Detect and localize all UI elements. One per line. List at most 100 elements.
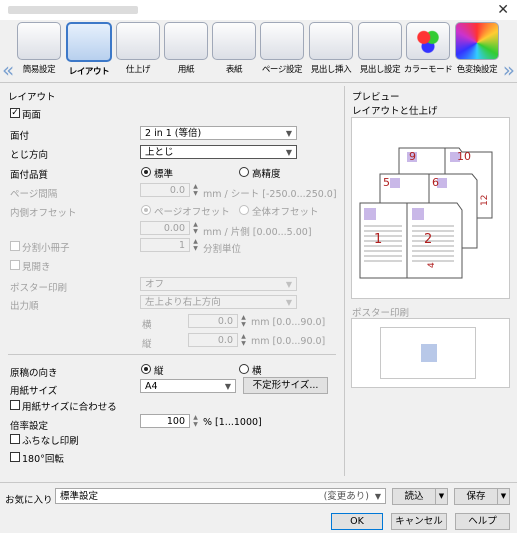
vertical-divider [344, 86, 345, 476]
favorites-label: お気に入り [5, 495, 53, 506]
page-number-5: 5 [383, 176, 390, 189]
scroll-left-icon[interactable]: « [2, 58, 14, 82]
tab-bar: « 簡易設定 レイアウト 仕上げ 用紙 表紙 ページ設定 見出し挿入 見出し設定… [0, 20, 517, 83]
poster-select[interactable]: オフ ▼ [140, 277, 297, 291]
custom-size-button[interactable]: 不定形サイズ... [243, 377, 328, 394]
rotate-checkbox[interactable] [10, 452, 20, 462]
poster-preview-tile [421, 344, 437, 362]
paper-icon [164, 22, 208, 60]
tab-layout[interactable]: レイアウト [64, 22, 114, 80]
tab-cover[interactable]: 表紙 [209, 22, 259, 80]
binding-select[interactable]: 上とじ ▼ [140, 145, 297, 159]
layout-icon [66, 22, 112, 62]
vertical-spinner[interactable]: ▲ ▼ [239, 333, 248, 347]
whole-offset-label: 全体オフセット [252, 207, 319, 218]
portrait-radio[interactable] [141, 364, 151, 374]
horizontal-label: 横 [142, 320, 152, 331]
footer-divider [0, 482, 517, 483]
cancel-button[interactable]: キャンセル [391, 513, 447, 530]
borderless-checkbox[interactable] [10, 434, 20, 444]
landscape-radio[interactable] [239, 364, 249, 374]
duplex-checkbox[interactable]: ✓ [10, 108, 20, 118]
chevron-down-icon: ▼ [374, 492, 381, 501]
vertical-unit: mm [0.0...90.0] [251, 336, 326, 347]
tab-quick-settings[interactable]: 簡易設定 [14, 22, 64, 80]
vertical-input[interactable]: 0.0 [188, 333, 238, 347]
page-spacing-spinner[interactable]: ▲ ▼ [191, 183, 200, 197]
poster-preview-sheet [380, 327, 476, 379]
split-unit: 分割単位 [203, 244, 242, 255]
page-number-2: 2 [424, 232, 432, 247]
quality-label: 面付品質 [10, 170, 49, 181]
help-button[interactable]: ヘルプ [455, 513, 510, 530]
save-button[interactable]: 保存 [454, 488, 498, 505]
chevron-down-icon: ▼ [285, 129, 292, 138]
quality-standard-label: 標準 [154, 169, 174, 180]
page-number-4: 4 [427, 262, 437, 268]
quality-standard-radio[interactable] [141, 167, 151, 177]
page-number-9: 9 [409, 150, 416, 163]
horizontal-spinner[interactable]: ▲ ▼ [239, 314, 248, 328]
quick-settings-icon [17, 22, 61, 60]
paper-size-select[interactable]: A4 ▼ [140, 379, 236, 393]
cover-icon [212, 22, 256, 60]
borderless-label: ふちなし印刷 [22, 436, 79, 447]
layout-section-title: レイアウト [8, 92, 56, 103]
spread-checkbox[interactable] [10, 260, 20, 270]
poster-preview [351, 318, 510, 388]
split-booklet-checkbox[interactable] [10, 241, 20, 251]
favorites-select[interactable]: 標準設定 (変更あり) ▼ [55, 488, 386, 504]
page-spacing-unit: mm / シート [-250.0...250.0] [203, 189, 337, 200]
pages-per-sheet-label: 面付 [10, 131, 30, 142]
load-menu-button[interactable]: ▼ [435, 488, 448, 505]
chevron-down-icon: ▼ [285, 298, 292, 307]
scroll-right-icon[interactable]: » [503, 58, 515, 82]
whole-offset-radio[interactable] [239, 205, 249, 215]
load-button[interactable]: 読込 [392, 488, 436, 505]
offset-spinner[interactable]: ▲ ▼ [191, 221, 200, 235]
tab-page-setup[interactable]: ページ設定 [257, 22, 307, 80]
offset-unit: mm / 片側 [0.00...5.00] [203, 227, 312, 238]
tab-insert-icon [309, 22, 353, 60]
tab-color-conversion[interactable]: 色変換設定 [452, 22, 502, 80]
zoom-input[interactable]: 100 [140, 414, 190, 428]
page-spacing-input[interactable]: 0.0 [140, 183, 190, 197]
split-booklet-label: 分割小冊子 [22, 243, 70, 254]
zoom-unit: % [1...1000] [203, 417, 262, 428]
output-order-select[interactable]: 左上より右上方向 ▼ [140, 295, 297, 309]
quality-high-radio[interactable] [239, 167, 249, 177]
spread-label: 見開き [22, 262, 51, 273]
tab-tab-settings[interactable]: 見出し設定 [355, 22, 405, 80]
pages-per-sheet-select[interactable]: 2 in 1 (等倍) ▼ [140, 126, 297, 140]
page-number-12: 12 [480, 195, 490, 206]
close-icon[interactable]: ✕ [497, 2, 509, 18]
color-conversion-icon [455, 22, 499, 60]
page-number-10: 10 [457, 150, 471, 163]
offset-input[interactable]: 0.00 [140, 221, 190, 235]
page-spacing-label: ページ間隔 [10, 189, 58, 200]
landscape-label: 横 [252, 366, 262, 377]
page-number-6: 6 [432, 176, 439, 189]
horizontal-input[interactable]: 0.0 [188, 314, 238, 328]
split-input[interactable]: 1 [140, 238, 190, 252]
ok-button[interactable]: OK [331, 513, 383, 530]
rotate-label: 180°回転 [22, 454, 64, 465]
tab-tab-insert[interactable]: 見出し挿入 [306, 22, 356, 80]
layout-preview: 9 10 5 6 1 2 12 4 [351, 117, 510, 299]
chevron-down-icon: ▼ [285, 280, 292, 289]
page-offset-radio[interactable] [141, 205, 151, 215]
fit-paper-checkbox[interactable] [10, 400, 20, 410]
page-number-1: 1 [374, 232, 382, 247]
duplex-label: 両面 [22, 110, 42, 121]
split-spinner[interactable]: ▲ ▼ [191, 238, 200, 252]
chevron-down-icon: ▼ [285, 148, 292, 157]
tab-finishing[interactable]: 仕上げ [113, 22, 163, 80]
orientation-label: 原稿の向き [10, 368, 58, 379]
save-menu-button[interactable]: ▼ [497, 488, 510, 505]
zoom-spinner[interactable]: ▲ ▼ [191, 414, 200, 428]
tab-color-mode[interactable]: カラーモード [403, 22, 453, 80]
tab-settings-icon [358, 22, 402, 60]
title-bar: ✕ [0, 0, 517, 20]
favorites-note: (変更あり) [323, 491, 369, 502]
tab-paper[interactable]: 用紙 [161, 22, 211, 80]
